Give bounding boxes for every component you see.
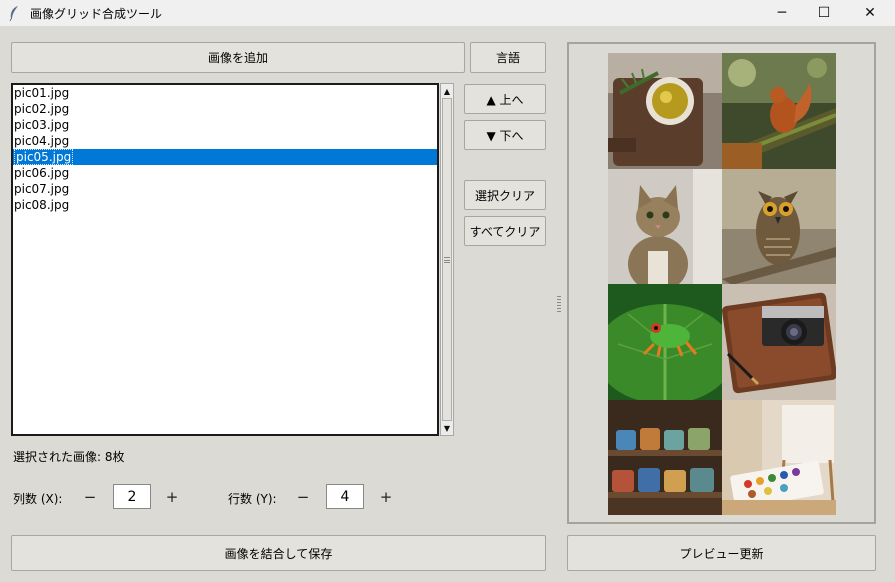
watercolor-easel-image — [722, 399, 836, 515]
mugs-shelf-image — [608, 399, 722, 515]
file-list-item[interactable]: pic07.jpg — [13, 181, 437, 197]
refresh-preview-button[interactable]: プレビュー更新 — [567, 535, 876, 571]
file-list-item[interactable]: pic08.jpg — [13, 197, 437, 213]
frog-image — [608, 284, 722, 400]
preview-panel — [567, 42, 876, 524]
close-button[interactable]: ✕ — [845, 0, 895, 26]
scroll-thumb[interactable] — [442, 98, 452, 421]
columns-increment-button[interactable]: + — [162, 487, 182, 507]
clear-all-button[interactable]: すべてクリア — [464, 216, 546, 246]
language-button[interactable]: 言語 — [470, 42, 546, 73]
title-bar: 画像グリッド合成ツール ─ ☐ ✕ — [0, 0, 895, 26]
rows-decrement-button[interactable]: − — [293, 487, 313, 507]
scroll-up-arrow-icon[interactable]: ▲ — [442, 84, 452, 98]
olive-oil-board-image — [608, 53, 722, 169]
file-name-label: pic02.jpg — [14, 102, 70, 116]
camera-notebook-image — [722, 284, 836, 400]
feather-icon — [8, 5, 22, 21]
file-list-scrollbar[interactable]: ▲ ▼ — [440, 83, 454, 436]
move-down-button[interactable]: ▼ 下へ — [464, 120, 546, 150]
file-list-item[interactable]: pic03.jpg — [13, 117, 437, 133]
columns-label: 列数 (X): — [13, 492, 63, 506]
add-images-button[interactable]: 画像を追加 — [11, 42, 465, 73]
rows-label: 行数 (Y): — [228, 492, 277, 506]
file-list-item[interactable]: pic06.jpg — [13, 165, 437, 181]
minimize-button[interactable]: ─ — [761, 0, 803, 26]
file-name-label: pic08.jpg — [14, 198, 70, 212]
file-name-label: pic04.jpg — [14, 134, 70, 148]
grip-icon — [444, 256, 450, 263]
columns-input[interactable]: 2 — [113, 484, 151, 509]
file-name-label: pic03.jpg — [14, 118, 70, 132]
file-name-label: pic06.jpg — [14, 166, 70, 180]
window-controls: ─ ☐ ✕ — [761, 0, 895, 26]
file-name-label: pic05.jpg — [14, 149, 74, 165]
owl-image — [722, 168, 836, 284]
merge-and-save-button[interactable]: 画像を結合して保存 — [11, 535, 546, 571]
rows-input[interactable]: 4 — [326, 484, 364, 509]
clear-selection-button[interactable]: 選択クリア — [464, 180, 546, 210]
window-title: 画像グリッド合成ツール — [30, 6, 163, 21]
move-up-button[interactable]: ▲ 上へ — [464, 84, 546, 114]
pane-divider-handle[interactable] — [557, 296, 561, 316]
file-list-item[interactable]: pic01.jpg — [13, 85, 437, 101]
image-file-list[interactable]: pic01.jpg pic02.jpg pic03.jpg pic04.jpg pic0… — [11, 83, 439, 436]
rows-increment-button[interactable]: + — [376, 487, 396, 507]
file-list-item[interactable]: pic02.jpg — [13, 101, 437, 117]
preview-image-grid — [608, 53, 836, 515]
file-list-item[interactable]: pic04.jpg — [13, 133, 437, 149]
selected-count-label: 選択された画像: 8枚 — [13, 450, 125, 464]
file-name-label: pic07.jpg — [14, 182, 70, 196]
scroll-down-arrow-icon[interactable]: ▼ — [442, 421, 452, 435]
cat-image — [608, 168, 722, 284]
columns-decrement-button[interactable]: − — [80, 487, 100, 507]
file-name-label: pic01.jpg — [14, 86, 70, 100]
maximize-button[interactable]: ☐ — [803, 0, 845, 26]
file-list-item[interactable]: pic05.jpg — [13, 149, 437, 165]
squirrel-image — [722, 53, 836, 169]
